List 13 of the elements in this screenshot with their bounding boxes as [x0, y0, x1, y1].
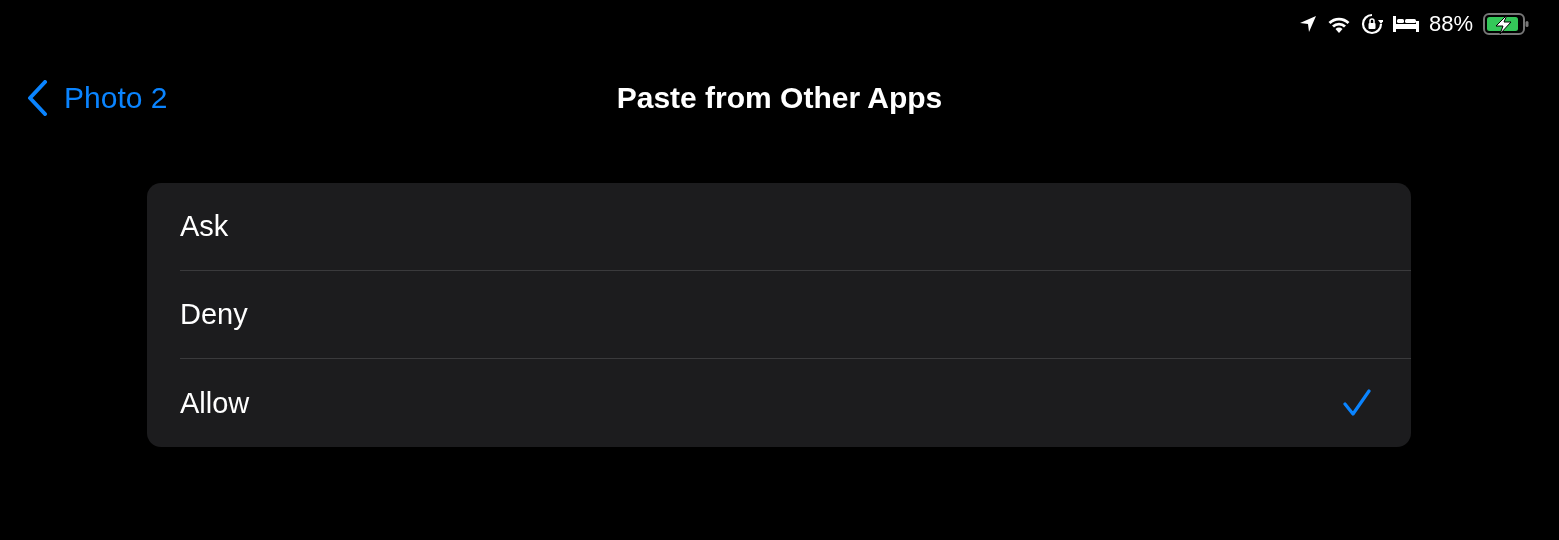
option-row[interactable]: Allow — [180, 359, 1411, 447]
battery-charging-icon — [1483, 13, 1529, 35]
bed-icon — [1392, 16, 1419, 32]
back-button[interactable]: Photo 2 — [0, 80, 168, 116]
checkmark-icon — [1343, 389, 1371, 417]
page-title: Paste from Other Apps — [616, 81, 943, 115]
option-row[interactable]: Ask — [180, 183, 1411, 271]
wifi-icon — [1326, 15, 1351, 33]
location-icon — [1298, 15, 1317, 33]
rotation-lock-icon — [1360, 13, 1383, 35]
chevron-left-icon — [26, 80, 48, 116]
battery-percent: 88% — [1428, 11, 1473, 37]
option-row[interactable]: Deny — [180, 271, 1411, 359]
